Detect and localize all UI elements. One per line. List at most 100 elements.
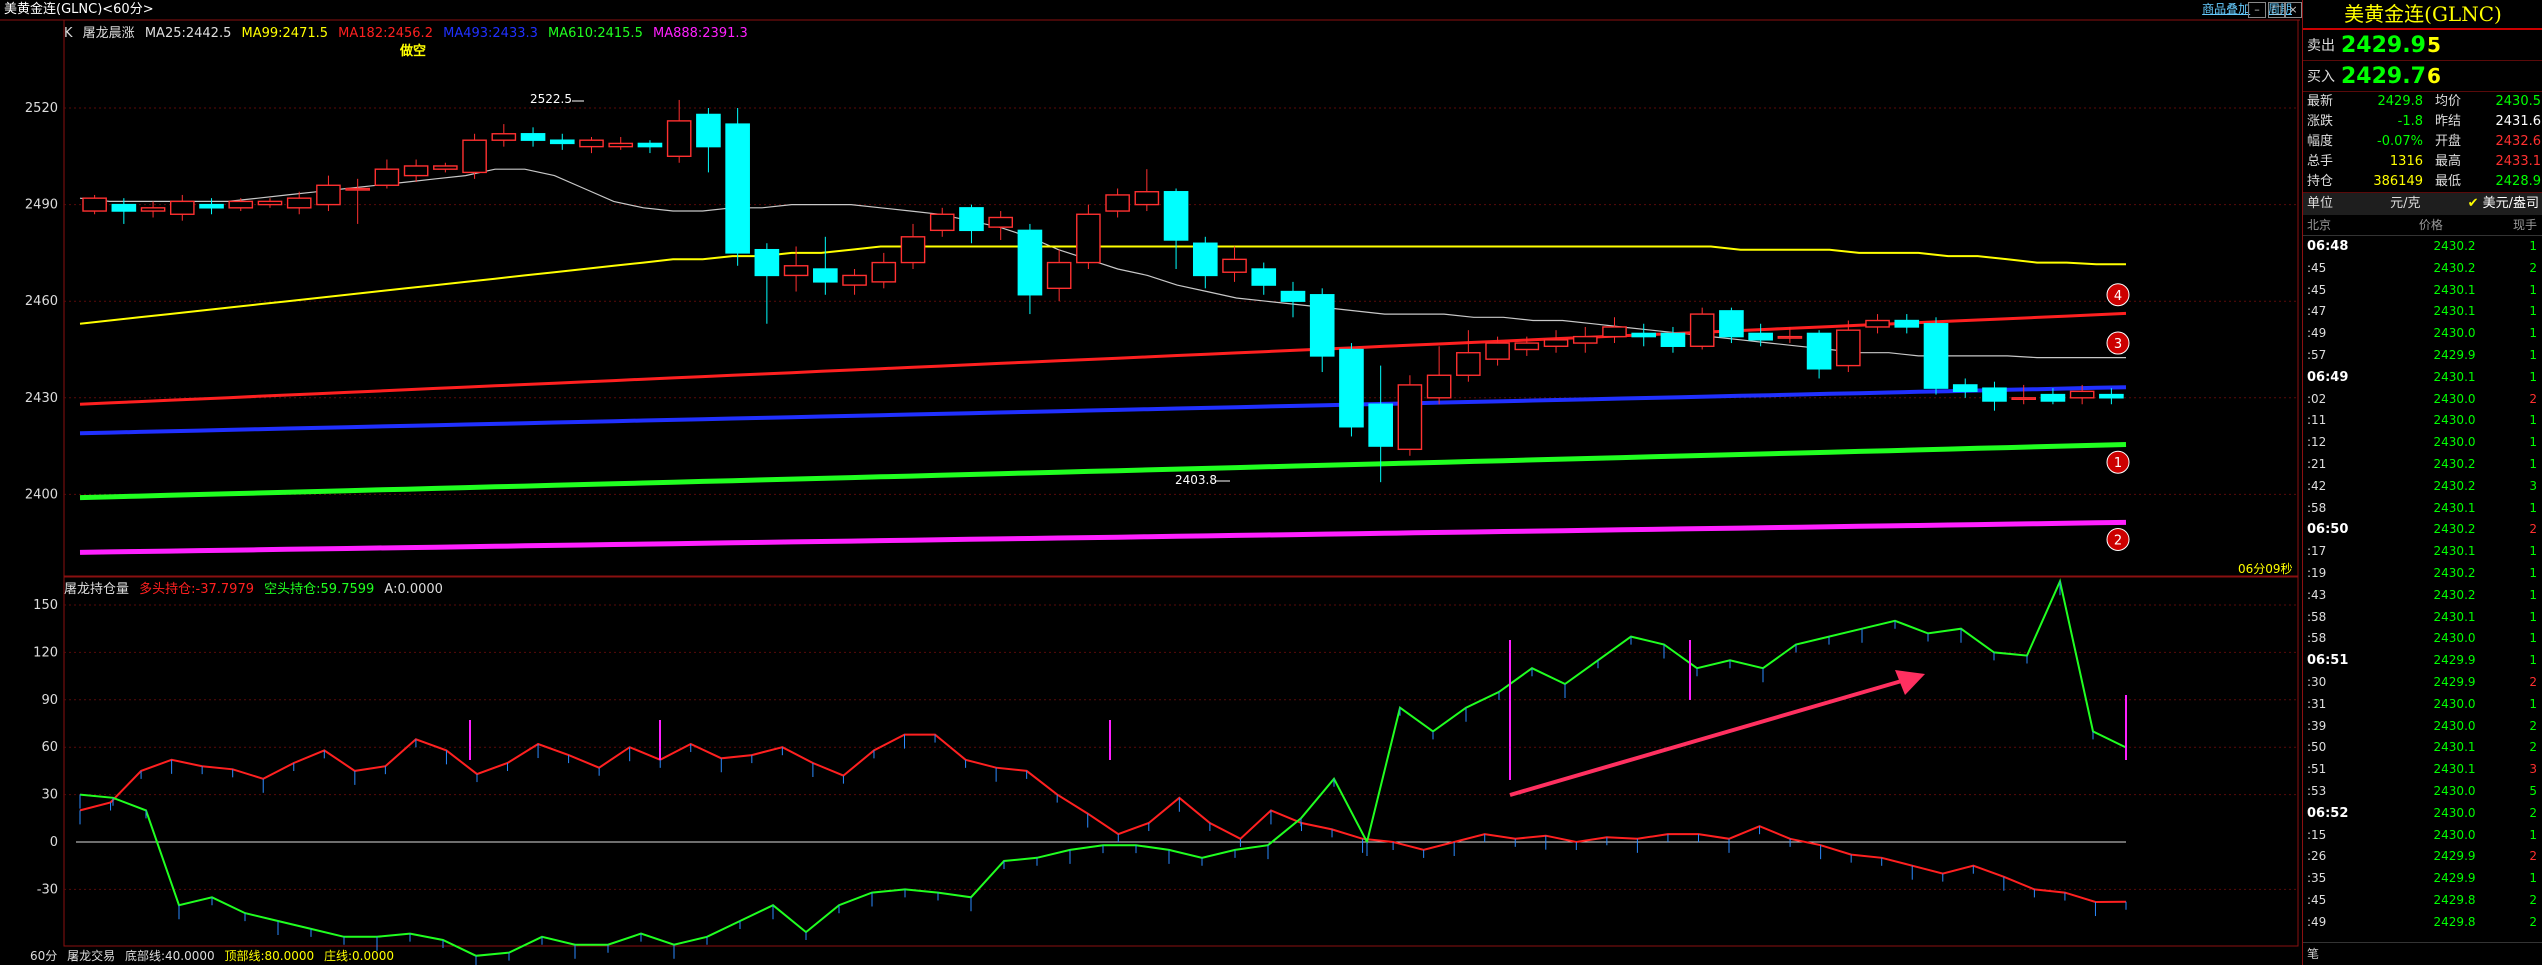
signal-label: 做空 <box>400 44 427 59</box>
tick-time: :45 <box>2307 282 2327 297</box>
indicator-axis-label: 0 <box>50 835 58 850</box>
tick-row: :15 2430.0 1 <box>2303 825 2542 847</box>
ma610-line <box>79 442 2127 501</box>
ma182-label: MA182:2456.2 <box>338 26 433 41</box>
stat-label: 均价 <box>2435 94 2462 109</box>
stat-value: 386149 <box>2373 174 2423 189</box>
bull-candle <box>1485 342 1510 360</box>
stat-label: 涨跌 <box>2307 114 2334 129</box>
ma99-label: MA99:2471.5 <box>241 26 329 41</box>
bear-candle <box>1339 348 1364 428</box>
tick-price: 2430.1 <box>2433 609 2476 624</box>
stat-label: 最低 <box>2435 174 2462 189</box>
unit-toggle[interactable]: ✔ 美元/盎司 <box>2445 193 2542 215</box>
tick-row: :58 2430.1 1 <box>2303 498 2542 520</box>
stat-row: 幅度 -0.07% 开盘 2432.6 <box>2303 132 2542 152</box>
trend-arrow-line <box>1509 678 1906 797</box>
tick-price: 2430.1 <box>2433 500 2476 515</box>
tick-volume: 1 <box>2529 609 2537 624</box>
tick-volume: 1 <box>2529 435 2537 450</box>
tick-row: 06:49 2430.1 1 <box>2303 367 2542 389</box>
bear-candle <box>1251 268 1277 286</box>
tick-header: 北京 价格 现手 <box>2303 215 2542 236</box>
bear-candle <box>199 203 224 209</box>
unit-value: 元/克 <box>2390 196 2421 211</box>
stat-label: 持仓 <box>2307 174 2334 189</box>
sell-volume: 5 <box>2427 33 2441 57</box>
indicator-name: 屠龙晨涨 <box>82 26 135 41</box>
ma888-label: MA888:2391.3 <box>652 26 748 41</box>
bull-candle <box>666 120 692 157</box>
tick-price: 2430.0 <box>2433 805 2476 820</box>
bull-candle <box>82 197 107 212</box>
tick-price: 2430.1 <box>2433 304 2476 319</box>
bear-candle <box>1748 332 1773 341</box>
tick-row: :26 2429.9 2 <box>2303 846 2542 868</box>
tick-row: 06:52 2430.0 2 <box>2303 803 2542 825</box>
period-label[interactable]: 60分 <box>30 949 57 963</box>
chart-canvas[interactable]: 2520 2490 2460 2430 2400 4 3 1 2 150 120 90 60 30 0 -… <box>0 0 2300 965</box>
stat-label: 总手 <box>2307 154 2334 169</box>
tick-volume: 2 <box>2529 740 2537 755</box>
bear-candle <box>813 268 838 283</box>
bear-candle <box>549 139 575 145</box>
tick-row: :58 2430.0 1 <box>2303 628 2542 650</box>
price-axis-label: 2400 <box>25 487 58 502</box>
level-marker-label: 2 <box>2114 533 2122 548</box>
lower-indicator-header: 屠龙持仓量 多头持仓:-37.7979 空头持仓:59.7599 A:0.000… <box>64 578 449 597</box>
tick-time: :31 <box>2307 696 2327 711</box>
stats-table: 最新 2429.8 均价 2430.5 涨跌 -1.8 昨结 2431.6 幅度 -0.07% 开盘… <box>2303 92 2542 193</box>
tick-header-volume: 现手 <box>2512 218 2537 232</box>
bear-candle <box>1806 332 1832 370</box>
bull-candle <box>1076 213 1101 264</box>
tick-price: 2429.9 <box>2433 849 2476 864</box>
bull-candle <box>842 274 867 286</box>
indicator-axis-label: 120 <box>33 645 58 660</box>
tick-row: :17 2430.1 1 <box>2303 541 2542 563</box>
tick-list[interactable]: 06:48 2430.2 1:45 2430.2 2:45 2430.1 1:47 2430.… <box>2303 236 2542 934</box>
bear-candle <box>1894 319 1920 328</box>
tick-time: :19 <box>2307 565 2327 580</box>
bull-candle <box>2011 397 2037 400</box>
bear-candle <box>1309 294 1335 357</box>
ma610-label: MA610:2415.5 <box>548 26 643 41</box>
bull-candle <box>579 139 604 148</box>
ma99-line <box>79 245 2126 325</box>
tick-volume: 1 <box>2529 827 2537 842</box>
bull-candle <box>871 261 897 283</box>
panel-footer[interactable]: 笔 <box>2303 942 2542 965</box>
bull-candle <box>1836 329 1861 367</box>
tick-volume: 2 <box>2529 805 2537 820</box>
bull-candle <box>140 207 166 212</box>
tick-time: :17 <box>2307 544 2327 559</box>
unit-label: 单位 <box>2307 196 2334 211</box>
tick-price: 2430.0 <box>2433 435 2476 450</box>
tick-volume: 1 <box>2529 239 2537 253</box>
bear-candle <box>725 123 750 254</box>
check-icon: ✔ <box>2467 196 2479 211</box>
tick-time: 06:51 <box>2307 653 2349 669</box>
tick-volume: 1 <box>2529 500 2537 515</box>
tick-row: :19 2430.2 1 <box>2303 563 2542 585</box>
tick-volume: 1 <box>2529 304 2537 319</box>
tick-time: :47 <box>2307 304 2327 319</box>
tick-time: :35 <box>2307 871 2327 886</box>
price-axis-label: 2490 <box>25 198 58 213</box>
stat-value: 2431.6 <box>2495 114 2542 129</box>
bull-candle <box>1426 374 1452 399</box>
low-price-label: 2403.8 <box>1175 473 1217 487</box>
minimize-icon[interactable]: – <box>2248 2 2266 18</box>
tick-row: :45 2430.1 1 <box>2303 280 2542 302</box>
tick-row: :12 2430.0 1 <box>2303 432 2542 454</box>
indicator-axis-label: -30 <box>37 882 58 897</box>
tick-time: :42 <box>2307 478 2327 493</box>
bull-candle <box>1689 313 1715 347</box>
close-icon[interactable]: × <box>2284 2 2302 18</box>
sell-row: 卖出 2429.9 5 <box>2303 30 2542 61</box>
stat-row: 总手 1316 最高 2433.1 <box>2303 152 2542 172</box>
tick-price: 2430.1 <box>2433 740 2476 755</box>
tick-time: :15 <box>2307 827 2327 842</box>
unit-alt: 美元/盎司 <box>2482 196 2539 211</box>
overlay-link[interactable]: 商品叠加 <box>2202 2 2250 16</box>
bull-candle <box>1543 339 1569 347</box>
